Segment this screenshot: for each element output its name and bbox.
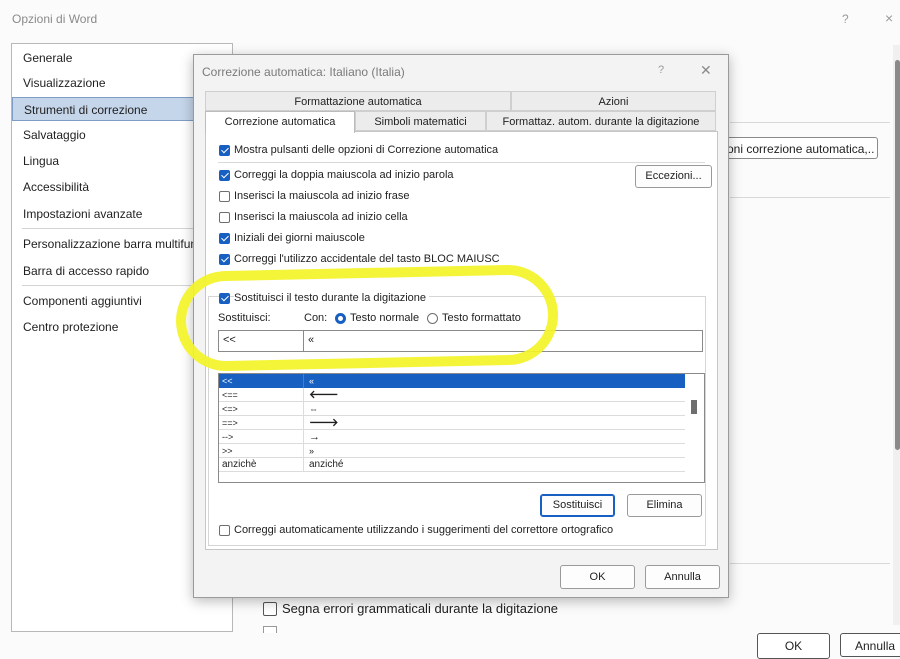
- capitalize-cell-label: Inserisci la maiuscola ad inizio cella: [234, 211, 408, 223]
- entry-to: 🡒: [309, 417, 339, 429]
- double-caps-checkbox[interactable]: [219, 170, 230, 181]
- column-divider: [303, 416, 304, 430]
- dialog-ok-button[interactable]: OK: [560, 565, 635, 589]
- capitalize-days-checkbox[interactable]: [219, 233, 230, 244]
- caps-lock-checkbox[interactable]: [219, 254, 230, 265]
- entry-from: anzichè: [222, 459, 257, 470]
- dialog-title: Correzione automatica: Italiano (Italia): [202, 65, 405, 79]
- double-caps-label: Correggi la doppia maiuscola ad inizio p…: [234, 169, 454, 181]
- window-title: Opzioni di Word: [12, 12, 98, 26]
- column-divider: [303, 402, 304, 416]
- entry-from: ==>: [222, 418, 238, 428]
- caps-lock-label: Correggi l'utilizzo accidentale del tast…: [234, 253, 500, 265]
- close-icon[interactable]: ×: [885, 10, 893, 26]
- section-divider: [730, 563, 890, 564]
- show-buttons-text: Mostra pulsanti delle opzioni di Correzi…: [234, 144, 499, 156]
- autocorrect-list[interactable]: << « <== 🡐 <=> ⇔ ==> 🡒 --> → >>» anzichè anzic…: [218, 373, 705, 483]
- options-scrollbar-thumb[interactable]: [895, 60, 900, 450]
- column-divider: [303, 374, 304, 388]
- entry-to: →: [309, 431, 320, 443]
- entry-to: 🡐: [309, 389, 339, 401]
- tab-simboli-matematici[interactable]: Simboli matematici: [355, 111, 486, 131]
- list-item[interactable]: --> →: [219, 430, 685, 444]
- cancel-button[interactable]: Annulla: [840, 633, 900, 657]
- column-divider: [303, 430, 304, 444]
- show-buttons-checkbox[interactable]: [219, 145, 230, 156]
- tab-formattazione-digitazione[interactable]: Formattaz. autom. durante la digitazione: [486, 111, 716, 131]
- tab-correzione-automatica[interactable]: Correzione automatica: [205, 111, 355, 133]
- tab-azioni[interactable]: Azioni: [511, 91, 716, 111]
- capitalize-days-label: Iniziali dei giorni maiuscole: [234, 232, 365, 244]
- entry-from: >>: [222, 446, 233, 456]
- entry-from: -->: [222, 432, 234, 442]
- list-scrollbar-thumb[interactable]: [691, 400, 697, 414]
- column-divider: [303, 388, 304, 402]
- entry-to: ⇔: [309, 404, 318, 414]
- grammar-check-checkbox[interactable]: [263, 602, 277, 616]
- entry-to: »: [309, 446, 315, 456]
- list-item[interactable]: <=> ⇔: [219, 402, 685, 416]
- list-item[interactable]: anzichè anziché: [219, 458, 685, 472]
- column-divider: [303, 444, 304, 458]
- capitalize-cell-checkbox[interactable]: [219, 212, 230, 223]
- list-scrollbar[interactable]: [686, 374, 703, 481]
- capitalize-sentence-label: Inserisci la maiuscola ad inizio frase: [234, 190, 410, 202]
- section-divider: [730, 122, 890, 123]
- entry-to: «: [309, 376, 315, 386]
- entry-from: <==: [222, 390, 238, 400]
- list-item[interactable]: >> »: [219, 444, 685, 458]
- section-divider: [730, 197, 890, 198]
- section-divider: [218, 162, 705, 163]
- capitalize-sentence-checkbox[interactable]: [219, 191, 230, 202]
- show-buttons-label: Mostra pulsanti delle opzioni di Correzi…: [234, 144, 498, 156]
- entry-from: <=>: [222, 404, 238, 414]
- exceptions-button[interactable]: Eccezioni...: [635, 165, 712, 188]
- delete-button[interactable]: Elimina: [627, 494, 702, 517]
- list-item[interactable]: <== 🡐: [219, 388, 685, 402]
- spell-suggest-checkbox[interactable]: [219, 525, 230, 536]
- grammar-check-label: Segna errori grammaticali durante la dig…: [282, 601, 559, 616]
- autocorrect-options-button[interactable]: oni correzione automatica,..: [720, 137, 878, 159]
- help-icon[interactable]: ?: [658, 64, 664, 76]
- partial-checkbox[interactable]: [263, 626, 277, 633]
- entry-from: <<: [222, 376, 233, 386]
- spell-suggest-label: Correggi automaticamente utilizzando i s…: [234, 524, 614, 536]
- replace-button[interactable]: Sostituisci: [540, 494, 615, 517]
- help-icon[interactable]: ?: [842, 12, 849, 26]
- close-icon[interactable]: ✕: [700, 62, 712, 79]
- ok-button[interactable]: OK: [757, 633, 830, 659]
- column-divider: [303, 458, 304, 472]
- dialog-cancel-button[interactable]: Annulla: [645, 565, 720, 589]
- entry-to: anziché: [309, 459, 344, 470]
- highlighter-annotation: [174, 264, 560, 372]
- list-item[interactable]: << «: [219, 374, 685, 388]
- tab-formattazione-automatica[interactable]: Formattazione automatica: [205, 91, 511, 111]
- list-item[interactable]: ==> 🡒: [219, 416, 685, 430]
